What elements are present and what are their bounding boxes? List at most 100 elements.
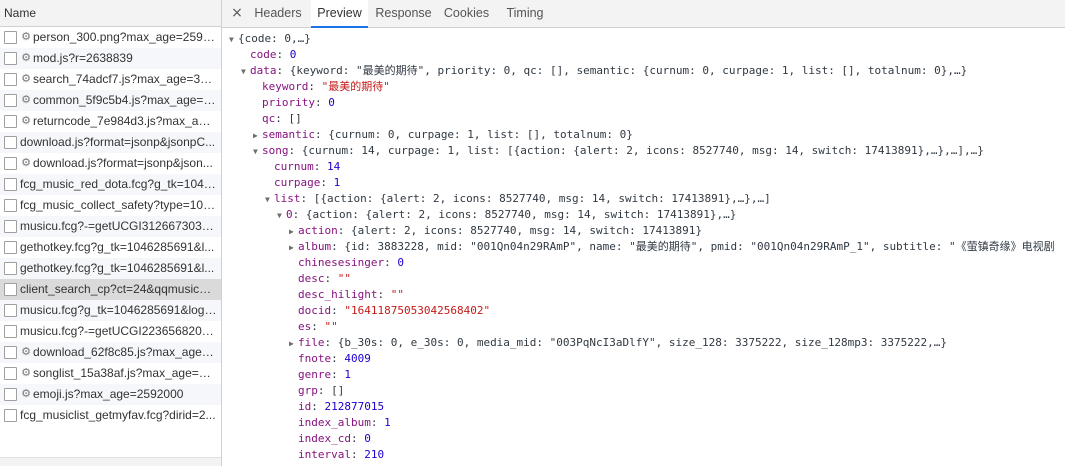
request-row[interactable]: client_search_cp?ct=24&qqmusic_v... [0,279,221,300]
gear-icon: ⚙ [21,157,31,169]
request-row[interactable]: fcg_music_collect_safety?type=100... [0,195,221,216]
json-key: code [250,48,277,61]
tab-cookies[interactable]: Cookies [440,0,493,27]
gear-icon: ⚙ [21,115,31,127]
request-row[interactable]: ⚙ download_62f8c85.js?max_age=... [0,342,221,363]
json-line: desc: "" [289,271,351,287]
json-line: keyword: "最美的期待" [253,79,390,95]
request-type-icon [4,220,17,233]
request-row[interactable]: fcg_musiclist_getmyfav.fcg?dirid=2... [0,405,221,426]
expanded-triangle-icon[interactable]: ▼ [241,64,250,80]
tab-response[interactable]: Response [369,0,438,27]
expanded-triangle-icon[interactable]: ▼ [265,192,274,208]
request-row[interactable]: ⚙ songlist_15a38af.js?max_age=31... [0,363,221,384]
collapsed-triangle-icon[interactable]: ▶ [289,336,298,352]
request-row[interactable]: gethotkey.fcg?g_tk=1046285691&l... [0,237,221,258]
request-type-icon [4,325,17,338]
json-line: genre: 1 [289,367,351,383]
request-name: fcg_musiclist_getmyfav.fcg?dirid=2... [20,408,216,422]
json-key: action [298,224,338,237]
request-name: songlist_15a38af.js?max_age=31... [33,366,217,380]
request-row[interactable]: ⚙ mod.js?r=2638839 [0,48,221,69]
request-name: musicu.fcg?-=getUCGI2236568200... [20,324,217,338]
request-row[interactable]: fcg_music_red_dota.fcg?g_tk=1046... [0,174,221,195]
request-type-icon [4,52,17,65]
request-type-icon [4,241,17,254]
json-preview[interactable]: ▼ {code: 0,…} code: 0 ▼ data: {keyword: "最美的… [222,28,1065,466]
gear-icon: ⚙ [21,346,31,358]
expanded-triangle-icon[interactable]: ▼ [253,144,262,160]
json-line: qc: [] [253,111,302,127]
request-row[interactable]: ⚙ search_74adcf7.js?max_age=315... [0,69,221,90]
json-number: 1 [384,416,391,429]
gear-icon: ⚙ [21,52,31,64]
request-row[interactable]: ⚙ common_5f9c5b4.js?max_age=3... [0,90,221,111]
expanded-triangle-icon[interactable]: ▼ [277,208,286,224]
json-text: {code: 0,…} [238,32,311,45]
json-text: : [377,288,391,301]
request-name: gethotkey.fcg?g_tk=1046285691&l... [20,261,215,275]
request-type-icon [4,367,17,380]
collapsed-triangle-icon[interactable]: ▶ [289,224,298,240]
request-name: musicu.fcg?g_tk=1046285691&logi... [20,303,217,317]
json-line[interactable]: ▶ semantic: {curnum: 0, curpage: 1, list:… [253,127,633,143]
request-type-icon [4,136,17,149]
json-line: id: 212877015 [289,399,384,415]
json-text: : [350,432,365,445]
json-number: 14 [327,160,341,173]
request-row[interactable]: ⚙ emoji.js?max_age=2592000 [0,384,221,405]
json-text: : [384,256,398,269]
json-text: : [331,304,345,317]
json-line[interactable]: ▶ file: {b_30s: 0, e_30s: 0, media_mid: "… [289,335,947,351]
tab-timing[interactable]: Timing [501,0,549,27]
close-icon[interactable]: × [230,4,244,22]
tab-headers[interactable]: Headers [247,0,309,27]
tab-preview[interactable]: Preview [311,0,368,28]
json-key: file [298,336,325,349]
json-line[interactable]: ▶ action: {alert: 2, icons: 8527740, msg:… [289,223,702,239]
request-row[interactable]: musicu.fcg?-=getUCGI3126673033... [0,216,221,237]
json-key: album [298,240,332,253]
request-row[interactable]: musicu.fcg?-=getUCGI2236568200... [0,321,221,342]
json-key: es [298,320,312,333]
json-number: 1 [344,368,351,381]
request-row[interactable]: ⚙ person_300.png?max_age=2592... [0,27,221,48]
request-name: client_search_cp?ct=24&qqmusic_v... [20,282,217,296]
request-row[interactable]: musicu.fcg?g_tk=1046285691&logi... [0,300,221,321]
json-key: song [262,144,289,157]
request-row[interactable]: ⚙ download.js?format=jsonp&json... [0,153,221,174]
json-number: 0 [289,48,297,61]
json-text: : [314,96,329,109]
json-line[interactable]: ▶ album: {id: 3883228, mid: "001Qn04n29RA… [289,239,1055,255]
json-line[interactable]: ▼ 0: {action: {alert: 2, icons: 8527740, … [277,207,736,223]
json-line[interactable]: ▼ {code: 0,…} [229,31,311,47]
json-line[interactable]: ▼ song: {curnum: 14, curpage: 1, list: [{… [253,143,984,159]
json-line: fnote: 4009 [289,351,371,367]
json-key: id [298,400,312,413]
json-key: index_album [298,416,371,429]
json-string: "最美的期待" [321,80,390,93]
gear-icon: ⚙ [21,31,31,43]
collapsed-triangle-icon[interactable]: ▶ [289,240,298,256]
request-row[interactable]: ⚙ returncode_7e984d3.js?max_age... [0,111,221,132]
collapsed-triangle-icon[interactable]: ▶ [253,128,262,144]
gear-icon: ⚙ [21,367,31,379]
request-row[interactable]: download.js?format=jsonp&jsonpC... [0,132,221,153]
json-text: : [] [275,112,302,125]
request-row[interactable]: gethotkey.fcg?g_tk=1046285691&l... [0,258,221,279]
name-column-header[interactable]: Name [0,0,221,27]
horizontal-scrollbar[interactable] [0,457,221,466]
gear-icon: ⚙ [21,73,31,85]
json-line: curnum: 14 [265,159,340,175]
request-name: mod.js?r=2638839 [33,51,133,65]
json-text: : [331,368,345,381]
json-line[interactable]: ▼ list: [{action: {alert: 2, icons: 85277… [265,191,771,207]
json-number: 0 [328,96,335,109]
json-line: es: "" [289,319,338,335]
request-type-icon [4,115,17,128]
request-name: download_62f8c85.js?max_age=... [33,345,217,359]
detail-tabbar: × Headers Preview Response Cookies Timing [222,0,1065,28]
expanded-triangle-icon[interactable]: ▼ [229,32,238,48]
json-line[interactable]: ▼ data: {keyword: "最美的期待", priority: 0, q… [241,63,967,79]
json-key: chinesesinger [298,256,385,269]
